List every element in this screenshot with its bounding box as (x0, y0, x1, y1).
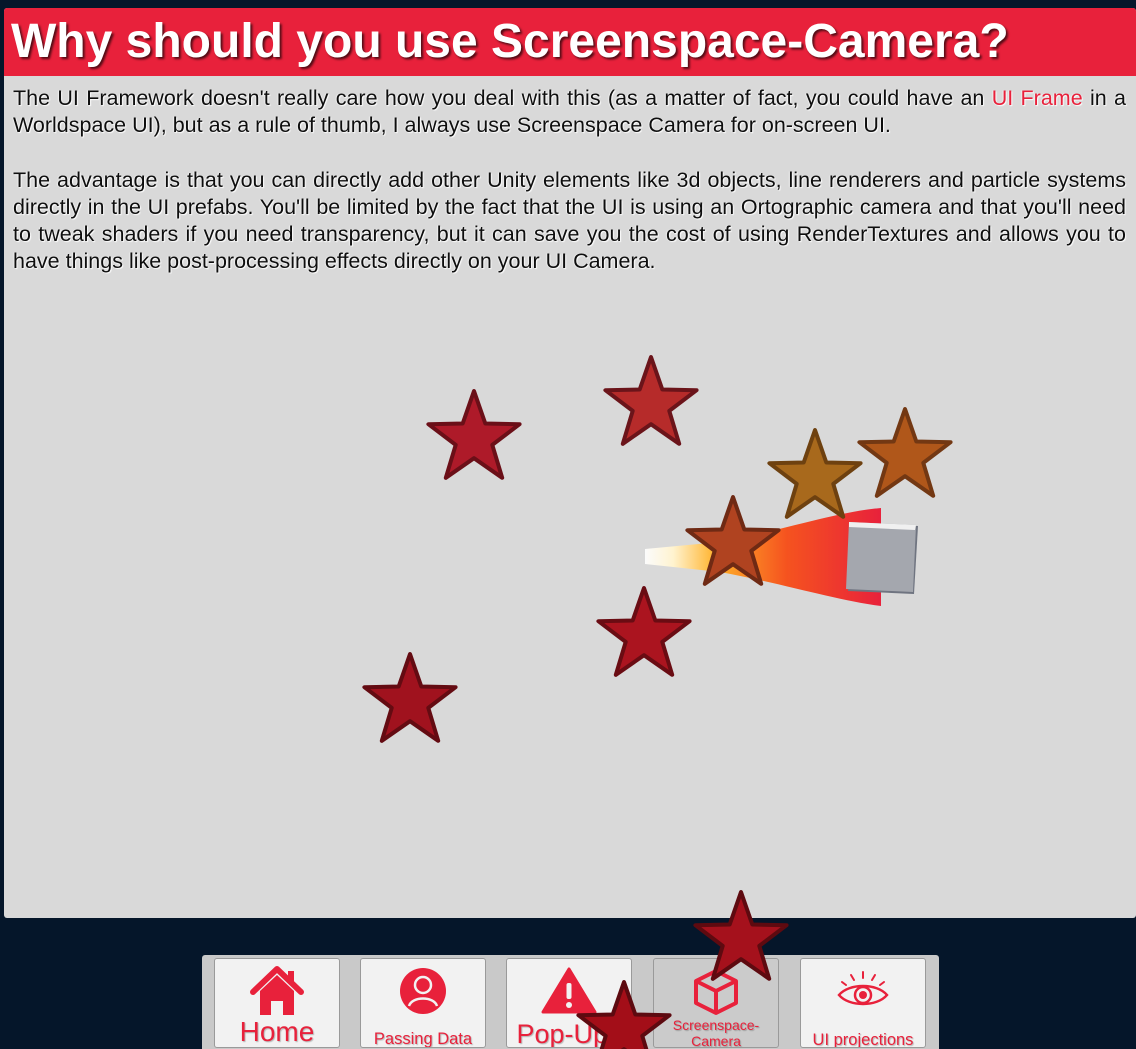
ui-frame-link[interactable]: UI Frame (992, 86, 1083, 110)
user-icon (361, 967, 485, 1015)
cube-icon (654, 967, 778, 1017)
nav-button-passing-data[interactable]: Passing Data (360, 958, 486, 1048)
warning-icon (507, 966, 631, 1014)
nav-label-pop-ups: Pop-Ups (516, 1019, 622, 1048)
panel-body: The UI Framework doesn't really care how… (4, 76, 1136, 276)
paragraph-intro: The UI Framework doesn't really care how… (13, 85, 1126, 140)
eye-icon (801, 971, 925, 1009)
nav-button-screenspace-camera[interactable]: Screenspace- Camera (653, 958, 779, 1048)
content-panel: Why should you use Screenspace-Camera? T… (4, 8, 1136, 918)
nav-button-pop-ups[interactable]: Pop-Ups (506, 958, 632, 1048)
paragraph-advantage: The advantage is that you can directly a… (13, 167, 1126, 274)
bottom-navigation: Home Passing Data Pop-Ups Screenspace- C… (202, 955, 939, 1049)
home-icon (215, 965, 339, 1017)
nav-label-passing-data: Passing Data (373, 1030, 473, 1048)
nav-button-ui-projections[interactable]: UI projections (800, 958, 926, 1048)
nav-button-home[interactable]: Home (214, 958, 340, 1048)
paragraph-intro-text: The UI Framework doesn't really care how… (13, 86, 992, 110)
nav-label-ui-projections: UI projections (812, 1031, 914, 1048)
nav-label-home: Home (239, 1016, 315, 1047)
nav-label-screenspace-camera: Screenspace- Camera (672, 1017, 760, 1048)
panel-header: Why should you use Screenspace-Camera? (4, 8, 1136, 76)
page-title: Why should you use Screenspace-Camera? (11, 15, 1009, 68)
